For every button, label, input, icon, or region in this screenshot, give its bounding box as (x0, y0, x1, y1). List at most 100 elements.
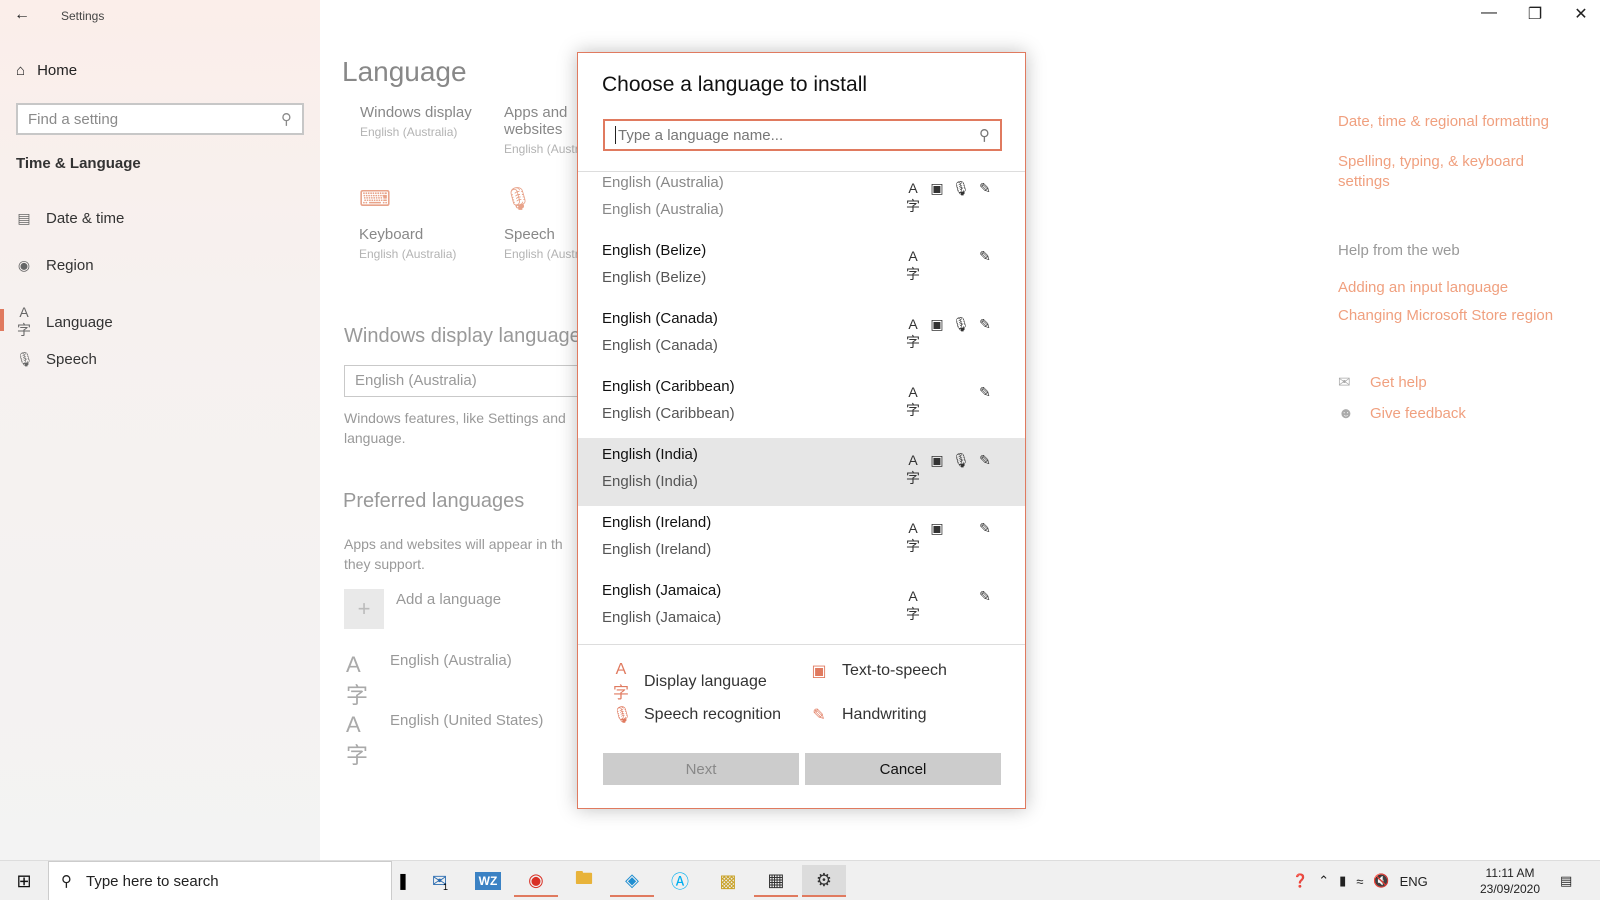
edge-icon[interactable]: ◈ (610, 865, 654, 897)
link-adding-input-language[interactable]: Adding an input language (1338, 278, 1508, 298)
add-language-button[interactable]: + Add a language (344, 589, 501, 629)
microphone-icon: 🎙 (16, 351, 34, 367)
language-icon: A字 (346, 712, 369, 768)
sidebar-item-region[interactable]: ◉ Region (16, 257, 94, 274)
plus-icon: + (344, 589, 384, 629)
language-name: English (Caribbean) (602, 378, 735, 395)
display-language-heading: Windows display language (344, 325, 581, 347)
microphone-icon: 🎙 (504, 186, 532, 211)
help-icon[interactable]: ❓ (1292, 873, 1308, 889)
text-caret (615, 126, 616, 144)
speech-recognition-icon: 🎙 (952, 180, 970, 196)
speech-recognition-icon: 🎙 (952, 316, 970, 332)
tile-keyboard[interactable]: ⌨ Keyboard English (Australia) (359, 186, 489, 261)
legend-text-to-speech: ▣ Text-to-speech (810, 661, 947, 681)
sidebar-item-speech[interactable]: 🎙 Speech (16, 351, 97, 368)
language-row[interactable]: English (Belize) English (Belize) A字 ✎ (578, 234, 1025, 302)
taskbar-search-placeholder: Type here to search (86, 872, 219, 890)
skype-icon[interactable]: Ⓐ (658, 865, 702, 897)
cancel-button[interactable]: Cancel (805, 753, 1001, 785)
handwriting-icon: ✎ (979, 452, 991, 468)
language-native-name: English (Australia) (602, 201, 724, 218)
wz-app-icon[interactable]: WZ (466, 865, 510, 897)
app-icon[interactable]: ▩ (706, 865, 750, 897)
back-arrow-icon[interactable]: ← (14, 6, 34, 26)
text-to-speech-icon: ▣ (811, 663, 827, 680)
preferred-language-item[interactable]: A字 English (Australia) (346, 652, 512, 710)
next-button[interactable]: Next (603, 753, 799, 785)
language-search-input[interactable]: Type a language name... ⚲ (603, 119, 1002, 151)
link-changing-store-region[interactable]: Changing Microsoft Store region (1338, 306, 1553, 326)
battery-icon[interactable]: ▮ (1339, 873, 1346, 889)
link-spelling-typing[interactable]: Spelling, typing, & keyboard settings (1338, 152, 1524, 192)
notification-icon[interactable]: ▤ (1560, 861, 1572, 900)
choose-language-dialog: Choose a language to install Type a lang… (577, 52, 1026, 809)
get-help-link[interactable]: ✉ Get help (1338, 373, 1427, 392)
handwriting-icon: ✎ (979, 316, 991, 332)
display-language-icon: A字 (906, 180, 920, 214)
wifi-icon[interactable]: ≈ (1356, 874, 1363, 889)
clapperboard-icon[interactable]: ▦ (754, 865, 798, 897)
tile-value: English (Austr (504, 247, 579, 261)
volume-muted-icon[interactable]: 🔇 (1373, 873, 1389, 889)
sidebar-item-label: Date & time (46, 210, 125, 227)
language-name: English (Belize) (602, 242, 707, 259)
home-icon: ⌂ (16, 62, 26, 79)
tile-speech[interactable]: 🎙 Speech English (Austr (504, 186, 584, 261)
handwriting-icon: ✎ (812, 707, 826, 724)
page-title: Language (342, 56, 467, 87)
windows-start-icon[interactable]: ⊞ (0, 861, 48, 900)
preferred-languages-heading: Preferred languages (343, 490, 525, 512)
app-title: Settings (61, 9, 105, 23)
display-language-icon: A字 (612, 661, 629, 702)
file-explorer-icon[interactable]: 🖿 (562, 865, 606, 897)
language-row[interactable]: English (Ireland) English (Ireland) A字 ▣… (578, 506, 1025, 574)
tile-apps-websites[interactable]: Apps and websites English (Austr (504, 104, 584, 156)
sidebar-item-date-time[interactable]: ▤ Date & time (16, 210, 124, 227)
desc-line: Apps and websites will appear in th (344, 536, 563, 552)
dialog-title: Choose a language to install (602, 73, 868, 96)
legend-label: Display language (644, 673, 767, 690)
speech-recognition-icon: 🎙 (612, 707, 633, 724)
handwriting-icon: ✎ (979, 180, 991, 196)
minimize-button[interactable]: — (1466, 4, 1512, 22)
nav-home[interactable]: ⌂ Home (16, 62, 77, 79)
preferred-language-item[interactable]: A字 English (United States) (346, 712, 543, 770)
display-language-dropdown[interactable]: English (Australia) (344, 365, 594, 397)
tile-title: Apps and websites (504, 104, 568, 138)
text-to-speech-icon: ▣ (930, 316, 944, 332)
tile-windows-display[interactable]: Windows display English (Australia) (360, 104, 490, 139)
clock[interactable]: 11:11 AM 23/09/2020 (1470, 865, 1550, 897)
taskbar-search-box[interactable]: ⚲ Type here to search (48, 861, 392, 900)
language-native-name: English (India) (602, 473, 698, 490)
chrome-icon[interactable]: ◉ (514, 865, 558, 897)
tile-title: Speech (504, 226, 555, 243)
settings-gear-icon[interactable]: ⚙ (802, 865, 846, 897)
language-native-name: English (Caribbean) (602, 405, 735, 422)
language-list[interactable]: English (Australia) English (Australia) … (578, 171, 1025, 645)
find-setting-input[interactable]: Find a setting ⚲ (16, 103, 304, 135)
give-feedback-link[interactable]: ☻ Give feedback (1338, 405, 1466, 422)
language-row-selected[interactable]: English (India) English (India) A字 ▣ 🎙 ✎ (578, 438, 1025, 506)
sidebar-item-language[interactable]: A字 Language (16, 304, 113, 340)
restore-button[interactable]: ❐ (1512, 4, 1558, 24)
tile-value: English (Australia) (360, 125, 458, 139)
task-view-icon[interactable]: ❚ (396, 865, 410, 897)
handwriting-icon: ✎ (979, 384, 991, 400)
chevron-up-icon[interactable]: ⌃ (1318, 873, 1329, 889)
preferred-language-label: English (Australia) (390, 652, 512, 669)
mail-icon[interactable]: ✉ 1 (418, 865, 462, 897)
link-line: settings (1338, 173, 1390, 190)
link-line: Spelling, typing, & keyboard (1338, 153, 1524, 170)
help-heading: Help from the web (1338, 242, 1460, 259)
input-language[interactable]: ENG (1400, 874, 1428, 889)
link-date-time-formatting[interactable]: Date, time & regional formatting (1338, 112, 1549, 132)
close-button[interactable]: ✕ (1558, 4, 1600, 24)
language-row[interactable]: English (Caribbean) English (Caribbean) … (578, 370, 1025, 438)
language-row[interactable]: English (Jamaica) English (Jamaica) A字 ✎ (578, 574, 1025, 642)
handwriting-icon: ✎ (979, 520, 991, 536)
active-indicator (0, 309, 4, 331)
display-language-icon: A字 (906, 384, 920, 418)
language-row[interactable]: English (Canada) English (Canada) A字 ▣ 🎙… (578, 302, 1025, 370)
language-row[interactable]: English (Australia) English (Australia) … (578, 172, 1025, 234)
